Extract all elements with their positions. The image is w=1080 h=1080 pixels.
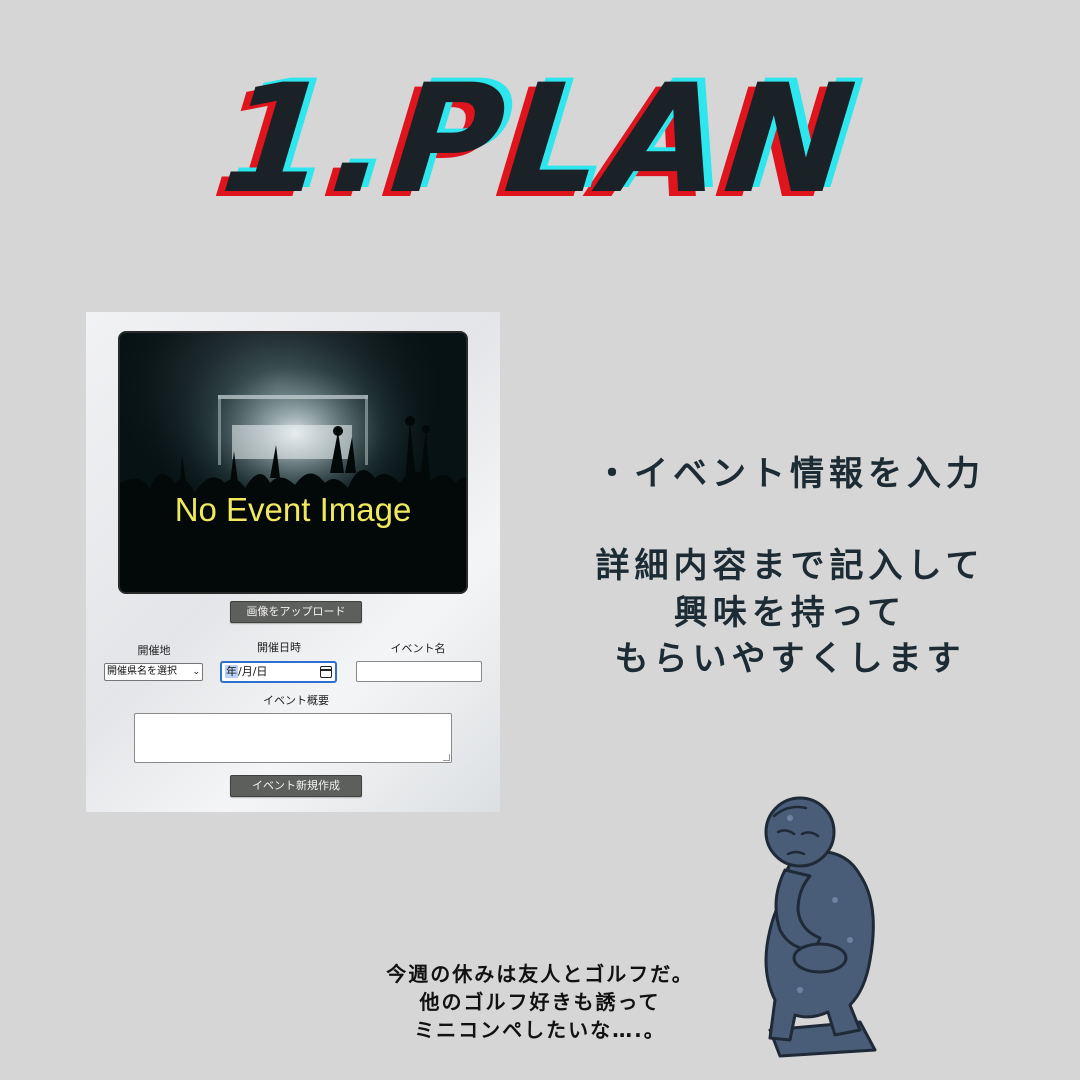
place-label: 開催地 xyxy=(137,644,171,657)
date-label: 開催日時 xyxy=(257,641,301,654)
no-event-image-text: No Event Image xyxy=(174,491,412,528)
resize-handle-icon[interactable] xyxy=(443,754,450,761)
description-line-1: 詳細内容まで記入して xyxy=(595,546,985,586)
event-form-panel: No Event Image 画像をアップロード 開催地 開催日時 イベント名 … xyxy=(86,312,500,812)
create-event-button[interactable]: イベント新規作成 xyxy=(230,775,362,797)
concert-photo xyxy=(120,333,466,592)
date-rest-segment[interactable]: /月/日 xyxy=(238,665,267,678)
thinker-statue-icon xyxy=(764,796,877,1058)
upload-image-button[interactable]: 画像をアップロード xyxy=(230,601,362,623)
speech-line-3: ミニコンペしたいな….。 xyxy=(414,1018,666,1042)
title-text: 1.PLAN xyxy=(214,53,866,227)
description-line-3: もらいやすくします xyxy=(614,639,966,679)
bullet-text: ・イベント情報を入力 xyxy=(595,454,985,494)
speech-line-1: 今週の休みは友人とゴルフだ。 xyxy=(386,962,694,986)
speech-line-2: 他のゴルフ好きも誘って xyxy=(419,990,661,1014)
calendar-icon[interactable] xyxy=(320,666,332,678)
description-label: イベント概要 xyxy=(263,694,329,707)
date-year-segment[interactable]: 年 xyxy=(225,665,238,678)
description-textarea[interactable] xyxy=(134,713,452,763)
page-title: 1.PLAN 1.PLAN 1.PLAN xyxy=(0,40,1080,240)
event-image-placeholder: No Event Image xyxy=(118,331,468,594)
description-line-2: 興味を持って xyxy=(673,593,907,633)
event-name-label: イベント名 xyxy=(390,642,446,655)
chevron-down-icon: ⌄ xyxy=(192,667,200,677)
event-name-input[interactable] xyxy=(356,661,482,682)
date-input[interactable]: 年/月/日 xyxy=(220,661,337,683)
prefecture-select-value: 開催県名を選択 xyxy=(107,666,177,677)
prefecture-select[interactable]: 開催県名を選択 ⌄ xyxy=(104,663,203,681)
